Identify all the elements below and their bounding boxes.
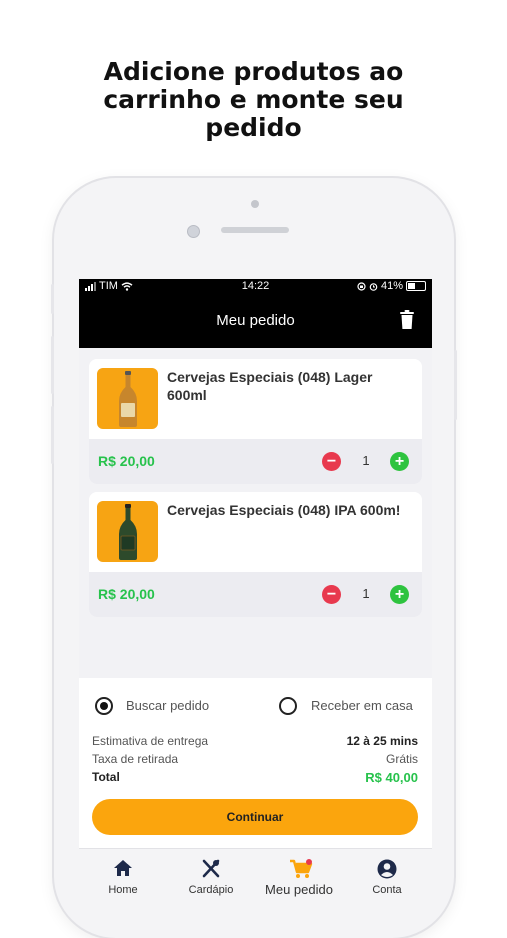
cart-item-info: Cervejas Especiais (048) Lager 600ml [89,359,422,439]
product-price: R$ 20,00 [98,586,155,602]
order-summary: Buscar pedido Receber em casa Estimativa… [79,678,432,848]
status-right: 41% [357,280,426,292]
tab-label: Conta [372,884,402,896]
tab-account[interactable]: Conta [343,849,431,900]
increase-quantity-button[interactable]: + [390,452,409,471]
quantity-value: 1 [362,453,370,468]
cart-item-controls: R$ 20,00 − 1 + [89,572,422,617]
rotation-lock-icon [357,281,366,291]
cart-icon [290,859,313,878]
decrease-quantity-button[interactable]: − [322,585,341,604]
beer-bottle-icon [118,370,137,427]
total-row: Total R$ 40,00 [92,770,418,785]
promo-headline: Adicione produtos ao carrinho e monte se… [0,58,507,142]
tab-menu[interactable]: Cardápio [167,849,255,900]
product-thumbnail [97,501,158,562]
tab-my-order[interactable]: Meu pedido [255,849,343,900]
fork-knife-icon [202,859,220,878]
tab-label: Home [108,884,138,896]
decrease-quantity-button[interactable]: − [322,452,341,471]
increase-quantity-button[interactable]: + [390,585,409,604]
phone-side-button [51,406,54,464]
promo-headline-line: Adicione produtos ao [103,57,404,86]
battery-percent: 41% [380,280,403,292]
app-screen: TIM 14:22 41% Meu pedido Cervejas Especi… [79,279,432,900]
promo-headline-line: pedido [205,113,302,142]
tab-label: Meu pedido [265,882,333,897]
home-icon [114,860,132,876]
home-delivery-label[interactable]: Receber em casa [311,698,413,713]
tab-bar: Home Cardápio Meu pedido Conta [79,848,432,900]
nav-bar: Meu pedido [79,294,432,348]
product-name: Cervejas Especiais (048) Lager 600ml [167,369,373,403]
pickup-radio[interactable] [95,697,113,715]
phone-speaker [221,227,289,233]
estimate-label: Estimativa de entrega [92,734,209,748]
page-title: Meu pedido [216,312,295,329]
pickup-label[interactable]: Buscar pedido [126,698,209,713]
trash-icon[interactable] [399,310,415,330]
account-icon [377,859,397,879]
battery-icon [406,281,426,291]
phone-camera [187,225,200,238]
fee-row: Taxa de retirada Grátis [92,752,418,766]
fee-label: Taxa de retirada [92,752,179,766]
tab-home[interactable]: Home [79,849,167,900]
estimate-value: 12 à 25 mins [346,734,418,748]
cart-item-card: Cervejas Especiais (048) Lager 600ml R$ … [89,359,422,484]
phone-side-button [51,284,54,314]
phone-side-button [454,350,457,420]
promo-headline-line: carrinho e monte seu [103,85,404,114]
product-price: R$ 20,00 [98,453,155,469]
home-delivery-radio[interactable] [279,697,297,715]
total-value: R$ 40,00 [365,770,418,785]
phone-side-button [51,336,54,394]
cart-item-info: Cervejas Especiais (048) IPA 600m! [89,492,422,572]
quantity-value: 1 [362,586,370,601]
alarm-icon [369,282,378,291]
cart-item-card: Cervejas Especiais (048) IPA 600m! R$ 20… [89,492,422,617]
total-label: Total [92,770,120,784]
beer-bottle-icon [118,503,137,560]
status-bar: TIM 14:22 41% [79,279,432,294]
phone-sensor [251,200,259,208]
tab-label: Cardápio [188,884,234,896]
product-name: Cervejas Especiais (048) IPA 600m! [167,502,401,518]
cart-item-controls: R$ 20,00 − 1 + [89,439,422,484]
product-thumbnail [97,368,158,429]
fee-value: Grátis [385,752,418,766]
estimate-row: Estimativa de entrega 12 à 25 mins [92,734,418,748]
continue-button[interactable]: Continuar [92,799,418,835]
